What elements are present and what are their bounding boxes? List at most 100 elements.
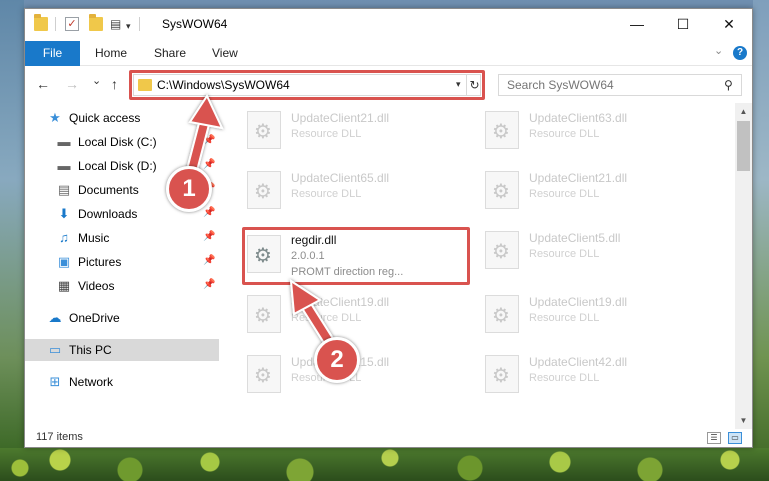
sidebar-item-music[interactable]: ♫ Music 📌 [25,227,219,249]
sidebar-item-label: Network [69,375,114,389]
sidebar-item-this-pc[interactable]: ▭ This PC [25,339,219,361]
desktop-background-left [0,0,24,448]
file-name: UpdateClient19.dll [291,295,390,309]
customize-toolbar-icon[interactable]: ▤ [110,17,124,31]
file-description: Resource DLL [291,188,362,200]
sidebar-item-videos[interactable]: ▦ Videos 📌 [25,275,219,297]
desktop-background-right [753,0,769,448]
sidebar-item-pictures[interactable]: ▣ Pictures 📌 [25,251,219,273]
file-item[interactable]: UpdateClient5.dll Resource DLL [477,225,707,277]
tab-home[interactable]: Home [95,41,127,66]
scroll-down-icon[interactable]: ▼ [735,412,752,429]
dll-file-icon [485,231,519,269]
dll-file-icon [485,295,519,333]
folder-icon [34,14,48,31]
pin-icon: 📌 [203,279,216,290]
file-item[interactable]: UpdateClient65.dll Resource DLL [239,165,469,217]
dll-file-icon [485,355,519,393]
step-badge-1: 1 [166,166,212,212]
recent-locations-button[interactable]: ⌄ [92,74,101,87]
file-item[interactable]: UpdateClient21.dll Resource DLL [239,105,469,157]
status-bar: 117 items ☰ ▭ [25,429,752,447]
file-description: Resource DLL [529,312,600,324]
tiles-view-icon[interactable]: ▭ [728,432,742,444]
download-icon: ⬇ [58,206,70,221]
file-description: Resource DLL [529,128,600,140]
sidebar-item-local-disk-c[interactable]: ▬ Local Disk (C:) 📌 [25,131,219,153]
close-button[interactable]: ✕ [706,9,752,39]
sidebar-item-label: Quick access [69,111,141,125]
file-description: Resource DLL [291,128,362,140]
pin-icon: 📌 [203,231,216,242]
sidebar-item-label: Pictures [78,255,122,269]
search-icon[interactable]: ⚲ [724,78,733,92]
sidebar-item-label: Downloads [78,207,138,221]
sidebar-item-label: Music [78,231,110,245]
help-icon[interactable]: ? [733,46,747,60]
search-box[interactable]: ⚲ [498,74,742,96]
sidebar-item-label: OneDrive [69,311,120,325]
star-icon: ★ [49,110,61,125]
dll-file-icon [247,295,281,333]
sidebar-item-label: Documents [78,183,139,197]
divider [139,17,140,31]
videos-icon: ▦ [57,278,71,293]
pin-icon: 📌 [203,159,216,170]
file-name: UpdateClient63.dll [529,111,628,125]
file-item[interactable]: UpdateClient42.dll Resource DLL [477,349,707,401]
sidebar-item-quick-access[interactable]: ★ Quick access [25,107,219,129]
details-view-icon[interactable]: ☰ [707,432,721,444]
sidebar-item-network[interactable]: ⊞ Network [25,371,219,393]
tab-file[interactable]: File [25,41,80,66]
drive-icon: ▬ [57,134,71,149]
dll-file-icon [247,171,281,209]
minimize-button[interactable]: — [614,9,660,39]
file-item[interactable]: UpdateClient19.dll Resource DLL [239,289,469,341]
divider [55,17,56,31]
desktop-background-bottom [0,448,769,481]
pin-icon: 📌 [203,135,216,146]
music-icon: ♫ [59,230,69,245]
network-icon: ⊞ [49,374,61,389]
window-title: SysWOW64 [162,17,228,31]
file-name: UpdateClient5.dll [529,231,621,245]
scrollbar-thumb[interactable] [737,121,750,171]
file-name: UpdateClient65.dll [291,171,390,185]
scroll-up-icon[interactable]: ▲ [735,103,752,120]
up-button[interactable]: ↑ [111,76,118,92]
file-item[interactable]: UpdateClient63.dll Resource DLL [477,105,707,157]
sidebar-item-label: Local Disk (C:) [78,135,157,149]
expand-ribbon-icon[interactable]: ⌄ [714,44,723,57]
maximize-button[interactable]: ☐ [660,9,706,39]
navigation-pane: ★ Quick access ▬ Local Disk (C:) 📌 ▬ Loc… [25,103,219,429]
pictures-icon: ▣ [57,254,71,269]
forward-button[interactable]: → [65,76,79,92]
chevron-down-icon[interactable]: ▾ [126,21,131,32]
tab-view[interactable]: View [212,41,238,66]
sidebar-item-label: Videos [78,279,115,293]
back-button[interactable]: ← [36,76,50,92]
sidebar-item-onedrive[interactable]: ☁ OneDrive [25,307,219,329]
properties-check-icon[interactable]: ✓ [65,17,79,31]
sidebar-item-label: This PC [69,343,112,357]
file-description: Resource DLL [291,312,362,324]
navigation-bar: ← → ⌄ ↑ C:\Windows\SysWOW64 ▾ ↻ ⚲ [25,66,752,102]
item-count: 117 items [36,431,83,443]
pin-icon: 📌 [203,255,216,266]
file-item[interactable]: UpdateClient21.dll Resource DLL [477,165,707,217]
title-bar: ✓ ▤ ▾ SysWOW64 — ☐ ✕ [25,9,752,39]
new-folder-icon[interactable] [89,14,103,31]
dll-file-icon [247,111,281,149]
file-name: UpdateClient19.dll [529,295,628,309]
file-name: UpdateClient21.dll [529,171,628,185]
file-description: Resource DLL [529,188,600,200]
file-item[interactable]: UpdateClient19.dll Resource DLL [477,289,707,341]
vertical-scrollbar[interactable]: ▲ ▼ [735,103,752,429]
documents-icon: ▤ [57,182,71,197]
tab-share[interactable]: Share [154,41,186,66]
file-description: Resource DLL [529,248,600,260]
ribbon-tabs: File Home Share View ⌄ ? [25,39,752,66]
search-input[interactable] [499,75,719,95]
file-highlight-box [242,227,470,285]
file-name: UpdateClient21.dll [291,111,390,125]
